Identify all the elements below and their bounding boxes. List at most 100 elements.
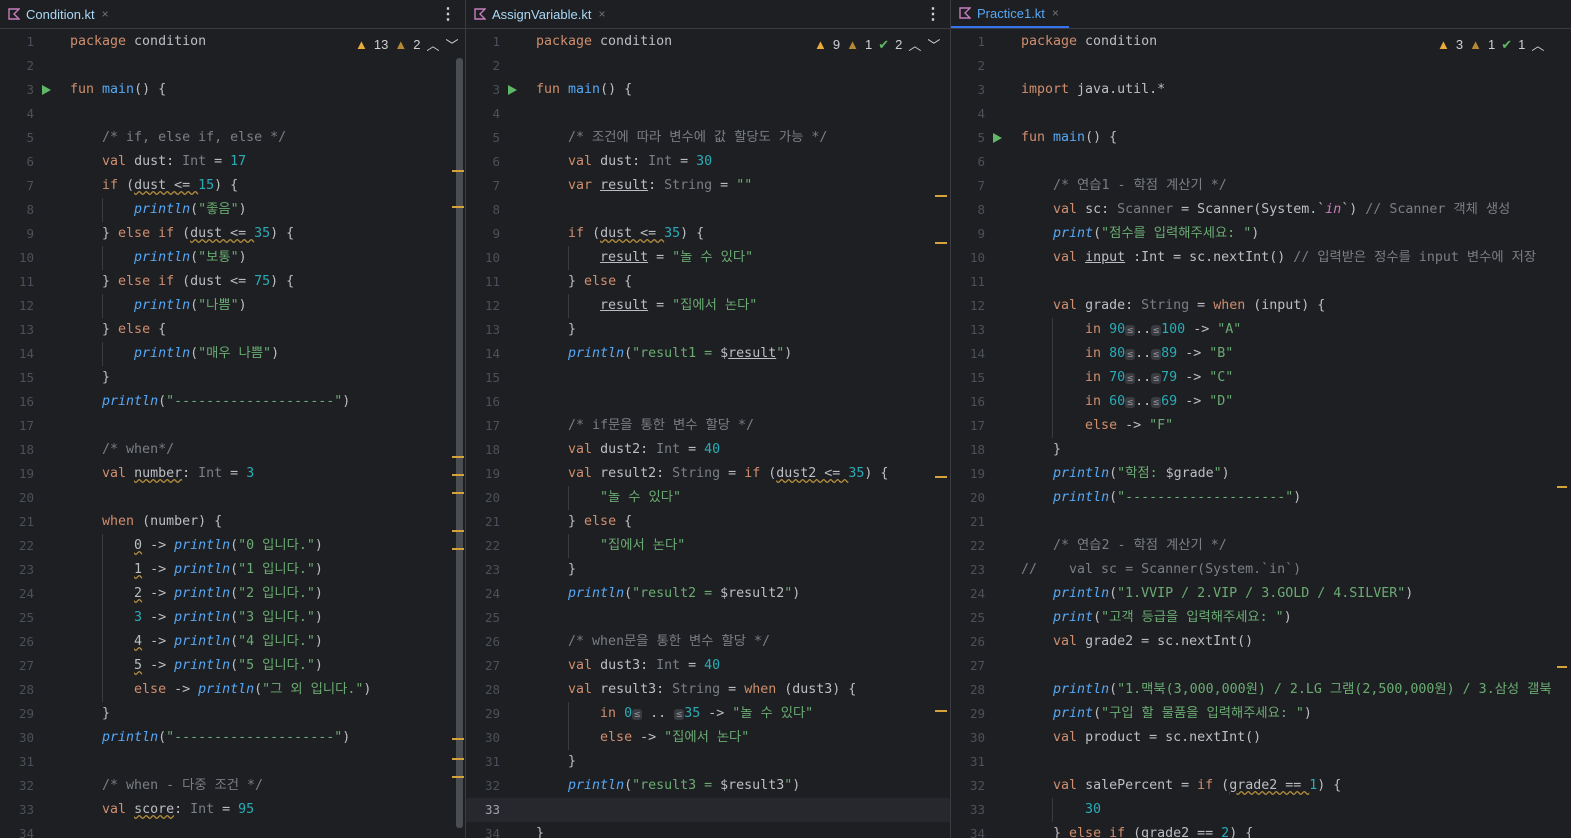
error-stripe-mark[interactable] bbox=[452, 170, 464, 172]
line-number[interactable]: 15 bbox=[951, 366, 991, 390]
code-line[interactable]: } else if (grade2 == 2) { bbox=[951, 822, 1571, 838]
tab-condition-kt[interactable]: Condition.kt × bbox=[0, 0, 119, 28]
line-number[interactable]: 30 bbox=[0, 726, 40, 750]
line-number[interactable]: 21 bbox=[951, 510, 991, 534]
line-number[interactable]: 33 bbox=[466, 798, 506, 822]
line-number[interactable]: 22 bbox=[951, 534, 991, 558]
code-line[interactable] bbox=[0, 54, 465, 78]
code-line[interactable]: /* if문을 통한 변수 할당 */ bbox=[466, 414, 950, 438]
code-line[interactable]: result = "놀 수 있다" bbox=[466, 246, 950, 270]
error-stripe-mark[interactable] bbox=[452, 530, 464, 532]
line-number[interactable]: 8 bbox=[466, 198, 506, 222]
error-stripe-mark[interactable] bbox=[452, 738, 464, 740]
line-number[interactable]: 5 bbox=[0, 126, 40, 150]
code-line[interactable]: println("1.VVIP / 2.VIP / 3.GOLD / 4.SIL… bbox=[951, 582, 1571, 606]
inspection-widget[interactable]: ▲ 9 ▲ 1 ✔ 2 ︿ ﹀ bbox=[814, 35, 940, 54]
line-number[interactable]: 32 bbox=[466, 774, 506, 798]
line-number[interactable]: 2 bbox=[466, 54, 506, 78]
line-number[interactable]: 33 bbox=[951, 798, 991, 822]
chevron-up-icon[interactable]: ︿ bbox=[908, 35, 921, 54]
line-number[interactable]: 29 bbox=[0, 702, 40, 726]
run-icon[interactable] bbox=[993, 133, 1002, 143]
line-number[interactable]: 26 bbox=[0, 630, 40, 654]
line-number[interactable]: 6 bbox=[466, 150, 506, 174]
line-number[interactable]: 34 bbox=[0, 822, 40, 838]
vertical-scrollbar[interactable] bbox=[456, 58, 463, 828]
line-number[interactable]: 19 bbox=[951, 462, 991, 486]
code-line[interactable]: println("--------------------") bbox=[0, 390, 465, 414]
code-line[interactable]: in 60 ≤.. ≤69 -> "D" bbox=[951, 390, 1571, 414]
code-line[interactable]: println("1.맥북(3,000,000원) / 2.LG 그램(2,50… bbox=[951, 678, 1571, 702]
line-number[interactable]: 7 bbox=[951, 174, 991, 198]
line-number[interactable]: 20 bbox=[0, 486, 40, 510]
code-line[interactable]: println("보통") bbox=[0, 246, 465, 270]
error-stripe-mark[interactable] bbox=[452, 776, 464, 778]
line-number[interactable]: 28 bbox=[0, 678, 40, 702]
line-number[interactable]: 22 bbox=[466, 534, 506, 558]
line-number[interactable]: 14 bbox=[951, 342, 991, 366]
code-line[interactable]: } bbox=[951, 438, 1571, 462]
line-number[interactable]: 33 bbox=[0, 798, 40, 822]
chevron-up-icon[interactable]: ︿ bbox=[426, 35, 439, 54]
line-number[interactable]: 7 bbox=[0, 174, 40, 198]
code-line[interactable] bbox=[0, 102, 465, 126]
code-line[interactable]: /* 연습2 - 학점 계산기 */ bbox=[951, 534, 1571, 558]
error-stripe-mark[interactable] bbox=[452, 548, 464, 550]
line-number[interactable]: 14 bbox=[0, 342, 40, 366]
line-number[interactable]: 30 bbox=[466, 726, 506, 750]
code-line[interactable]: println("result1 = $result") bbox=[466, 342, 950, 366]
code-line[interactable]: else -> "F" bbox=[951, 414, 1571, 438]
code-line[interactable] bbox=[466, 102, 950, 126]
line-number[interactable]: 23 bbox=[951, 558, 991, 582]
line-number[interactable]: 10 bbox=[0, 246, 40, 270]
error-stripe-mark[interactable] bbox=[935, 710, 947, 712]
line-number[interactable]: 26 bbox=[466, 630, 506, 654]
error-stripe-mark[interactable] bbox=[452, 492, 464, 494]
code-line[interactable]: result = "집에서 논다" bbox=[466, 294, 950, 318]
line-number[interactable]: 6 bbox=[0, 150, 40, 174]
line-number[interactable]: 28 bbox=[466, 678, 506, 702]
code-line[interactable]: println("result3 = $result3") bbox=[466, 774, 950, 798]
line-number[interactable]: 29 bbox=[951, 702, 991, 726]
line-number[interactable]: 2 bbox=[0, 54, 40, 78]
line-number[interactable]: 29 bbox=[466, 702, 506, 726]
line-number[interactable]: 27 bbox=[951, 654, 991, 678]
code-line[interactable]: in 90 ≤.. ≤100 -> "A" bbox=[951, 318, 1571, 342]
code-line[interactable]: else -> println("그 외 입니다.") bbox=[0, 678, 465, 702]
code-line[interactable]: val result3: String = when (dust3) { bbox=[466, 678, 950, 702]
error-stripe-mark[interactable] bbox=[452, 456, 464, 458]
line-number[interactable]: 19 bbox=[466, 462, 506, 486]
code-line[interactable]: /* when*/ bbox=[0, 438, 465, 462]
line-number[interactable]: 10 bbox=[951, 246, 991, 270]
line-number[interactable]: 15 bbox=[0, 366, 40, 390]
code-line[interactable]: val grade: String = when (input) { bbox=[951, 294, 1571, 318]
code-line[interactable]: 1 -> println("1 입니다.") bbox=[0, 558, 465, 582]
code-line[interactable]: val salePercent = if (grade2 == 1) { bbox=[951, 774, 1571, 798]
code-line[interactable] bbox=[951, 54, 1571, 78]
code-line[interactable]: val number: Int = 3 bbox=[0, 462, 465, 486]
line-number[interactable]: 25 bbox=[951, 606, 991, 630]
code-line[interactable]: 5 -> println("5 입니다.") bbox=[0, 654, 465, 678]
line-number[interactable]: 34 bbox=[951, 822, 991, 838]
code-line[interactable] bbox=[466, 390, 950, 414]
line-number[interactable]: 12 bbox=[466, 294, 506, 318]
line-number[interactable]: 17 bbox=[951, 414, 991, 438]
line-number[interactable]: 25 bbox=[0, 606, 40, 630]
error-stripe-mark[interactable] bbox=[1557, 486, 1567, 488]
code-line[interactable]: 3 -> println("3 입니다.") bbox=[0, 606, 465, 630]
line-number[interactable]: 24 bbox=[951, 582, 991, 606]
code-line[interactable]: } bbox=[0, 366, 465, 390]
code-line[interactable]: } else { bbox=[466, 270, 950, 294]
line-number[interactable]: 2 bbox=[951, 54, 991, 78]
chevron-down-icon[interactable]: ﹀ bbox=[927, 35, 940, 54]
error-stripe-mark[interactable] bbox=[935, 195, 947, 197]
code-line[interactable]: /* when문을 통한 변수 할당 */ bbox=[466, 630, 950, 654]
code-line[interactable]: print("점수를 입력해주세요: ") bbox=[951, 222, 1571, 246]
code-line[interactable]: /* when - 다중 조건 */ bbox=[0, 774, 465, 798]
code-line[interactable]: val dust2: Int = 40 bbox=[466, 438, 950, 462]
line-number[interactable]: 25 bbox=[466, 606, 506, 630]
line-number[interactable]: 18 bbox=[466, 438, 506, 462]
code-line[interactable]: /* if, else if, else */ bbox=[0, 126, 465, 150]
line-number[interactable]: 5 bbox=[466, 126, 506, 150]
code-line[interactable]: "집에서 논다" bbox=[466, 534, 950, 558]
